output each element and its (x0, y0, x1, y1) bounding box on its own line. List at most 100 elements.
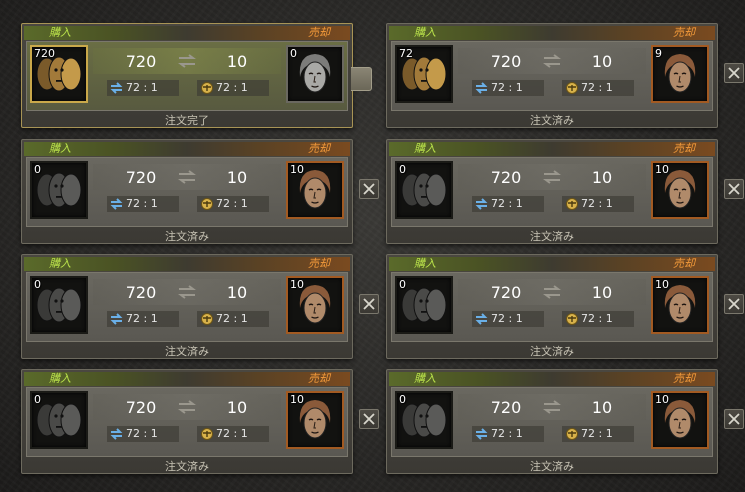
cancel-order-button[interactable] (359, 409, 379, 429)
buy-label: 購入 (49, 142, 71, 155)
buy-item-slot[interactable]: 0 (30, 391, 88, 449)
sell-item-count: 10 (655, 163, 669, 176)
rate-row: 72 : 1 72 : 1 (458, 80, 646, 98)
swap-arrows-icon (543, 285, 561, 299)
close-icon (363, 413, 375, 425)
exchange-rate-value: 72 : 1 (126, 427, 158, 440)
cancel-order-button[interactable] (359, 294, 379, 314)
order-frame: 購入 売却 72 720 10 72: 1 72: 1 9 注文済み (386, 23, 718, 128)
buy-label: 購入 (49, 372, 71, 385)
buy-item-slot[interactable]: 0 (395, 161, 453, 219)
order-header-band: 購入 売却 (24, 372, 350, 386)
buy-item-slot[interactable]: 720 (30, 45, 88, 103)
sell-label: 売却 (673, 142, 695, 155)
sell-item-slot[interactable]: 10 (651, 276, 709, 334)
sell-item-count: 10 (655, 393, 669, 406)
market-rate: 72 : 1 (562, 311, 634, 327)
market-rate: 72 : 1 (197, 80, 269, 96)
order-amounts: 720 10 72 : 1 72: 1 (458, 162, 646, 218)
exchange-icon (475, 198, 488, 210)
order-body: 0 720 10 72: 1 72: 1 10 (26, 157, 348, 227)
order-body: 72 720 10 72: 1 72: 1 9 (391, 41, 713, 111)
scale-icon (201, 313, 213, 325)
order-amounts: 720 10 72 : 1 72: 1 (93, 46, 281, 102)
sell-item-slot[interactable]: 10 (286, 161, 344, 219)
pay-amount: 720 (125, 168, 157, 187)
exchange-rate: 72 : 1 (472, 311, 544, 327)
buy-item-count: 0 (399, 278, 406, 291)
collect-tab[interactable] (351, 67, 372, 91)
order-frame: 購入 売却 720 720 10 72: 1 72: 1 0 注文完了 (21, 23, 353, 128)
exchange-rate-value: 72 : 1 (491, 427, 523, 440)
buy-label: 購入 (414, 26, 436, 39)
scale-icon (566, 428, 578, 440)
buy-label: 購入 (49, 26, 71, 39)
sell-label: 売却 (673, 26, 695, 39)
exchange-icon (475, 428, 488, 440)
exchange-rate: 72 : 1 (107, 311, 179, 327)
buy-label: 購入 (414, 142, 436, 155)
market-rate-value: 72 : 1 (216, 427, 248, 440)
amount-row: 720 10 (93, 279, 281, 305)
exchange-rate-value: 72 : 1 (126, 81, 158, 94)
trade-order-card: 購入 売却 0 720 10 72: 1 72: 1 10 注文済み (386, 254, 744, 364)
cancel-order-button[interactable] (724, 294, 744, 314)
trade-order-card: 購入 売却 0 720 10 72: 1 72: 1 10 注文済み (21, 254, 379, 364)
market-rate-value: 72 : 1 (581, 197, 613, 210)
swap-arrows-icon (543, 400, 561, 414)
order-amounts: 720 10 72 : 1 72: 1 (93, 277, 281, 333)
amount-row: 720 10 (93, 164, 281, 190)
sell-item-count: 10 (290, 163, 304, 176)
receive-amount: 10 (226, 398, 248, 417)
scale-icon (201, 428, 213, 440)
scale-icon (201, 82, 213, 94)
buy-item-count: 0 (399, 393, 406, 406)
sell-item-slot[interactable]: 0 (286, 45, 344, 103)
cancel-order-button[interactable] (724, 179, 744, 199)
cancel-order-button[interactable] (724, 409, 744, 429)
sell-item-slot[interactable]: 10 (651, 391, 709, 449)
order-amounts: 720 10 72 : 1 72: 1 (458, 392, 646, 448)
order-header-band: 購入 売却 (24, 257, 350, 271)
order-status: 注文済み (530, 230, 574, 243)
swap-arrows-icon (178, 54, 196, 68)
buy-label: 購入 (414, 257, 436, 270)
order-frame: 購入 売却 0 720 10 72: 1 72: 1 10 注文済み (386, 254, 718, 359)
market-rate: 72 : 1 (562, 196, 634, 212)
amount-row: 720 10 (93, 394, 281, 420)
close-icon (728, 413, 740, 425)
exchange-rate: 72 : 1 (472, 196, 544, 212)
order-body: 0 720 10 72: 1 72: 1 10 (391, 387, 713, 457)
exchange-icon (110, 313, 123, 325)
order-header-band: 購入 売却 (389, 372, 715, 386)
buy-item-count: 72 (399, 47, 413, 60)
sell-item-slot[interactable]: 9 (651, 45, 709, 103)
order-header-band: 購入 売却 (24, 142, 350, 156)
sell-item-slot[interactable]: 10 (651, 161, 709, 219)
cancel-order-button[interactable] (359, 179, 379, 199)
sell-item-slot[interactable]: 10 (286, 276, 344, 334)
order-header-band: 購入 売却 (389, 26, 715, 40)
buy-item-slot[interactable]: 72 (395, 45, 453, 103)
exchange-rate: 72 : 1 (107, 426, 179, 442)
receive-amount: 10 (591, 168, 613, 187)
pay-amount: 720 (125, 398, 157, 417)
rate-row: 72 : 1 72 : 1 (93, 311, 281, 329)
order-amounts: 720 10 72 : 1 72: 1 (93, 162, 281, 218)
exchange-icon (110, 82, 123, 94)
receive-amount: 10 (591, 283, 613, 302)
buy-item-slot[interactable]: 0 (30, 161, 88, 219)
buy-item-slot[interactable]: 0 (395, 391, 453, 449)
sell-item-slot[interactable]: 10 (286, 391, 344, 449)
market-rate: 72 : 1 (197, 196, 269, 212)
buy-item-slot[interactable]: 0 (30, 276, 88, 334)
sell-label: 売却 (308, 257, 330, 270)
market-rate: 72 : 1 (562, 426, 634, 442)
sell-label: 売却 (673, 372, 695, 385)
cancel-order-button[interactable] (724, 63, 744, 83)
pay-amount: 720 (490, 52, 522, 71)
order-header-band: 購入 売却 (24, 26, 350, 40)
order-amounts: 720 10 72 : 1 72: 1 (458, 46, 646, 102)
market-rate-value: 72 : 1 (216, 312, 248, 325)
buy-item-slot[interactable]: 0 (395, 276, 453, 334)
